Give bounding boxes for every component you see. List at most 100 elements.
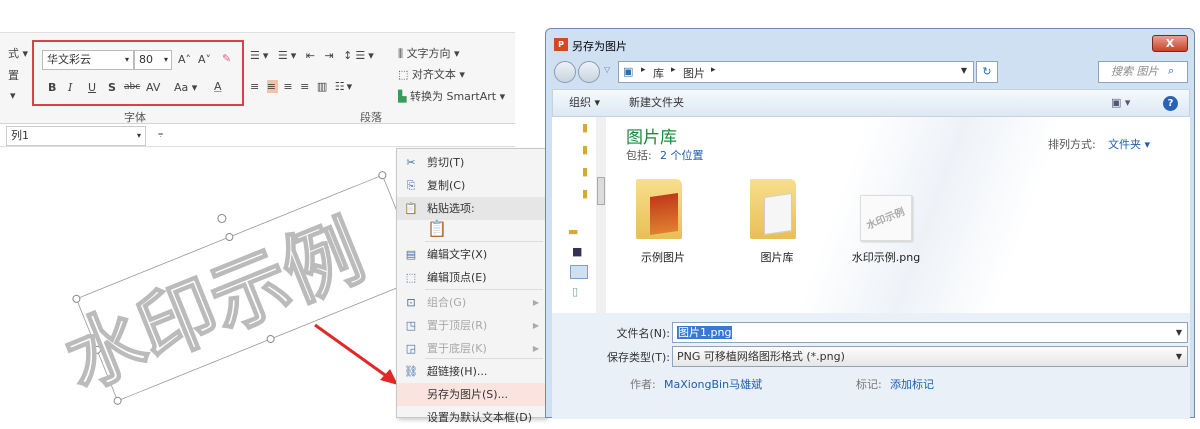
file-item[interactable]: 图片库 — [746, 173, 836, 273]
paste-keep-format-button[interactable]: 📋 — [427, 219, 447, 238]
folder-icon — [750, 179, 796, 239]
save-options-pane: 文件名(N): 图片1.png ▼ 保存类型(T): PNG 可移植网络图形格式 … — [552, 313, 1190, 419]
author-value[interactable]: MaXiongBin马雄斌 — [664, 376, 762, 392]
includes-label: 包括: — [626, 149, 652, 162]
filetype-select[interactable]: PNG 可移植网络图形格式 (*.png) ▼ — [672, 346, 1188, 367]
tags-label: 标记: — [856, 378, 882, 391]
dialog-title: 另存为图片 — [572, 40, 627, 53]
context-menu-item[interactable]: ◳ 置于顶层(R) ▶ — [397, 314, 545, 337]
filename-value: 图片1.png — [677, 326, 733, 339]
text-direction-button[interactable]: ⫼ 文字方向 ▾ — [398, 45, 460, 61]
author-label: 作者: — [630, 378, 656, 391]
style-combo[interactable]: 列1 ▾ — [6, 126, 146, 146]
navigation-pane: ▮ ▮ ▮ ▮ ▬ ■ ▯ — [552, 117, 606, 313]
tags-value[interactable]: 添加标记 — [890, 376, 934, 392]
context-menu-item[interactable]: ✂ 剪切(T) — [397, 151, 545, 174]
text-direction-label: 文字方向 ▾ — [406, 47, 460, 60]
organize-button[interactable]: 组织 ▾ — [569, 90, 600, 116]
context-menu-item[interactable]: ⛓ 超链接(H)... — [397, 360, 545, 383]
group-label-paragraph: 段落 — [360, 111, 382, 124]
address-dropdown-icon[interactable]: ▼ — [961, 66, 967, 75]
annotation-arrow — [314, 323, 393, 382]
library-title: 图片库 — [626, 128, 677, 148]
convert-smartart-button[interactable]: ▙ 转换为 SmartArt ▾ — [398, 88, 505, 104]
send-back-icon: ◲ — [405, 342, 417, 355]
menu-item-label: 粘贴选项: — [427, 202, 475, 215]
font-group-highlight — [32, 40, 244, 106]
scissors-icon: ✂ — [406, 156, 416, 169]
includes-link[interactable]: 2 个位置 — [660, 147, 704, 163]
filetype-label: 保存类型(T): — [606, 351, 670, 364]
edit-points-icon: ⬚ — [405, 271, 417, 284]
search-placeholder: 搜索 图片 — [1111, 65, 1159, 78]
thumbnail-watermark: 水印示例 — [865, 206, 907, 232]
document-icon[interactable]: ▯ — [572, 285, 578, 298]
breadcrumb-library[interactable]: 库 — [653, 65, 664, 81]
filename-label: 文件名(N): — [616, 327, 670, 340]
customize-icon[interactable]: ⩦ — [158, 129, 163, 139]
favorite-icon[interactable]: ▮ — [582, 143, 588, 156]
library-icon[interactable]: ▬ — [568, 225, 578, 238]
align-text-label: 对齐文本 ▾ — [411, 68, 465, 81]
reset-button[interactable]: 置 — [8, 67, 19, 83]
context-menu-item[interactable]: ⎘ 复制(C) — [397, 174, 545, 197]
refresh-icon[interactable]: ↻ — [976, 61, 998, 83]
search-icon[interactable]: ⌕ — [1168, 64, 1174, 78]
menu-item-label: 置于底层(K) — [427, 342, 487, 355]
pictures-nav-icon[interactable] — [570, 265, 588, 279]
section-button[interactable]: ▾ — [10, 89, 16, 102]
folder-icon[interactable]: ▮ — [582, 187, 588, 200]
close-button[interactable]: X — [1152, 35, 1188, 52]
list-buttons[interactable]: ☰▾ ☰▾ ⇤ ⇥ ↕☰▾ — [250, 49, 377, 62]
style-combo-value: 列1 — [11, 129, 29, 142]
file-list: 图片库 包括: 2 个位置 排列方式: 文件夹 ▾ 示例图片 图片库 水印示例 … — [606, 117, 1190, 313]
context-menu-item[interactable]: 另存为图片(S)... — [397, 383, 545, 406]
submenu-arrow-icon: ▶ — [532, 321, 539, 330]
image-thumbnail: 水印示例 — [860, 195, 912, 241]
file-name: 图片库 — [760, 251, 794, 264]
menu-item-label: 复制(C) — [427, 179, 466, 192]
view-options-icon[interactable]: ▣ ▾ — [1111, 90, 1130, 116]
menu-item-label: 编辑文字(X) — [427, 248, 488, 261]
folder-icon[interactable]: ▮ — [582, 165, 588, 178]
filetype-value: PNG 可移植网络图形格式 (*.png) — [677, 350, 845, 363]
file-item[interactable]: 示例图片 — [632, 173, 722, 273]
search-input[interactable]: 搜索 图片 — [1098, 61, 1188, 83]
breadcrumb-pictures[interactable]: 图片 — [683, 65, 705, 81]
align-buttons[interactable]: ≡ ≡ ≡ ≡ ▥ ☷▾ — [250, 80, 354, 93]
menu-item-label: 编辑顶点(E) — [427, 271, 487, 284]
file-item[interactable]: 水印示例 水印示例.png — [852, 173, 954, 273]
save-as-picture-dialog: P 另存为图片 X ▽ ▣ ▸ 库 ▸ 图片 ▸ ▼ ↻ 搜索 图片 ⌕ 组织 … — [545, 28, 1195, 419]
context-menu-item[interactable]: ⊡ 组合(G) ▶ — [397, 291, 545, 314]
new-folder-button[interactable]: 新建文件夹 — [629, 90, 684, 116]
submenu-arrow-icon: ▶ — [532, 344, 539, 353]
context-menu-item[interactable]: ⬚ 编辑顶点(E) — [397, 266, 545, 289]
powerpoint-icon: P — [554, 38, 568, 51]
context-menu-item: 📋 粘贴选项: — [397, 197, 545, 220]
back-button[interactable] — [554, 61, 576, 83]
watermark-text: 水印示例 — [53, 207, 376, 407]
layout-button[interactable]: 式 ▾ — [8, 45, 28, 61]
menu-item-label: 置于顶层(R) — [427, 319, 488, 332]
context-menu-item[interactable]: ◲ 置于底层(K) ▶ — [397, 337, 545, 360]
align-text-button[interactable]: ⬚ 对齐文本 ▾ — [398, 66, 465, 82]
menu-item-label: 超链接(H)... — [427, 365, 488, 378]
group-label-font: 字体 — [124, 111, 146, 124]
sort-dropdown[interactable]: 文件夹 ▾ — [1108, 136, 1150, 152]
recent-dropdown-icon[interactable]: ▽ — [604, 65, 610, 74]
file-name: 示例图片 — [641, 251, 685, 264]
favorite-icon[interactable]: ▮ — [582, 121, 588, 134]
filename-input[interactable]: 图片1.png ▼ — [672, 322, 1188, 343]
help-icon[interactable]: ? — [1163, 96, 1178, 111]
command-bar: 组织 ▾ 新建文件夹 ▣ ▾ ? — [552, 89, 1190, 117]
context-menu: ✂ 剪切(T) ⎘ 复制(C) 📋 粘贴选项: ▤ 编辑文字(X) ⬚ 编辑顶点(E) ⊡ 组合(G)… — [396, 148, 546, 424]
edit-text-icon: ▤ — [405, 248, 417, 261]
paste-icon: 📋 — [404, 202, 418, 215]
forward-button[interactable] — [578, 61, 600, 83]
menu-item-label: 组合(G) — [427, 296, 467, 309]
nav-scrollbar[interactable] — [596, 117, 606, 313]
pictures-icon: ▣ — [623, 65, 634, 78]
context-menu-item[interactable]: ▤ 编辑文字(X) — [397, 243, 545, 266]
computer-icon[interactable]: ■ — [572, 245, 582, 258]
address-bar[interactable]: ▣ ▸ 库 ▸ 图片 ▸ ▼ — [618, 61, 974, 83]
